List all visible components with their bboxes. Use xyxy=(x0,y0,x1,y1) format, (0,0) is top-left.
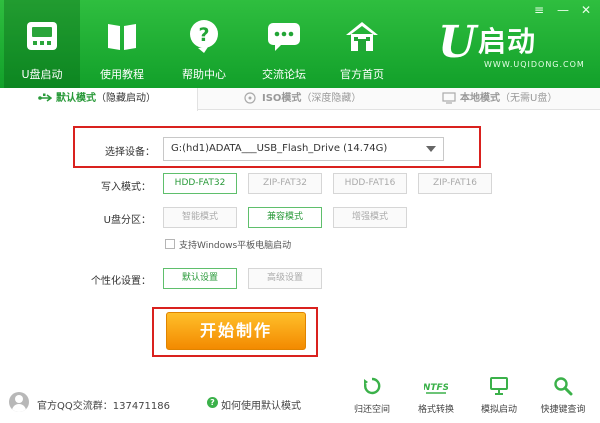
tab-default-mode[interactable]: 默认模式（隐藏启动） xyxy=(0,88,198,111)
partition-compat-mode[interactable]: 兼容模式 xyxy=(248,207,322,228)
tool-label: 归还空间 xyxy=(353,405,390,415)
avatar xyxy=(9,392,29,412)
minimize-button[interactable]: — xyxy=(557,3,569,17)
restore-icon xyxy=(364,377,381,395)
tab-subtitle: （无需U盘） xyxy=(500,93,558,104)
svg-text:?: ? xyxy=(198,24,209,46)
disc-icon xyxy=(244,92,256,104)
tab-local-mode[interactable]: 本地模式（无需U盘） xyxy=(442,88,557,110)
write-mode-zip-fat32[interactable]: ZIP-FAT32 xyxy=(248,173,322,194)
app-logo: U 启动 WWW.UQIDONG.COM xyxy=(438,18,588,72)
nav-forum[interactable]: 交流论坛 xyxy=(246,0,322,88)
partition-enhanced-mode[interactable]: 增强模式 xyxy=(333,207,407,228)
tool-format-convert[interactable]: NTFS 格式转换 xyxy=(406,376,466,416)
usb-drive-icon xyxy=(27,22,57,50)
device-label: 选择设备： xyxy=(105,147,155,158)
personalize-label: 个性化设置： xyxy=(91,276,151,287)
device-select-value: G:(hd1)ADATA___USB_Flash_Drive (14.74G) xyxy=(171,143,388,154)
write-mode-hdd-fat16[interactable]: HDD-FAT16 xyxy=(333,173,407,194)
partition-label: U盘分区： xyxy=(103,215,151,226)
tool-hotkey-lookup[interactable]: 快捷键查询 xyxy=(533,376,593,416)
tab-title: 默认模式 xyxy=(56,93,96,104)
monitor-icon xyxy=(490,377,508,395)
chevron-down-icon[interactable] xyxy=(426,146,436,152)
help-circle-icon: ? xyxy=(207,397,218,408)
tab-iso-mode[interactable]: ISO模式（深度隐藏） xyxy=(244,88,361,110)
tab-subtitle: （隐藏启动） xyxy=(96,93,156,104)
device-select[interactable]: G:(hd1)ADATA___USB_Flash_Drive (14.74G) xyxy=(163,137,444,161)
tablet-boot-checkbox[interactable] xyxy=(165,239,175,249)
nav-homepage[interactable]: 官方首页 xyxy=(324,0,400,88)
tool-simulate-boot[interactable]: 模拟启动 xyxy=(469,376,529,416)
logo-url: WWW.UQIDONG.COM xyxy=(484,60,585,69)
ntfs-icon: NTFS xyxy=(424,383,448,394)
tool-label: 快捷键查询 xyxy=(540,405,586,415)
search-icon xyxy=(554,377,573,396)
partition-smart-mode[interactable]: 智能模式 xyxy=(163,207,237,228)
help-default-mode-link[interactable]: 如何使用默认模式 xyxy=(221,397,301,412)
nav-label: U盘启动 xyxy=(21,68,63,81)
close-button[interactable]: ✕ xyxy=(581,3,591,17)
qq-group-text: 官方QQ交流群：137471186 xyxy=(37,401,171,412)
book-icon xyxy=(108,24,136,50)
personalize-default[interactable]: 默认设置 xyxy=(163,268,237,289)
mode-tabs: 默认模式（隐藏启动） ISO模式（深度隐藏） 本地模式（无需U盘） xyxy=(0,88,600,111)
write-mode-label: 写入模式： xyxy=(101,182,151,193)
svg-text:NTFS: NTFS xyxy=(424,383,448,393)
menu-icon[interactable]: ≡ xyxy=(534,3,544,17)
nav-help-center[interactable]: ? 帮助中心 xyxy=(166,0,242,88)
nav-usb-boot[interactable]: U盘启动 xyxy=(4,0,80,88)
logo-letter: U xyxy=(438,17,477,68)
nav-label: 交流论坛 xyxy=(262,68,306,81)
help-icon: ? xyxy=(190,20,218,53)
write-mode-hdd-fat32[interactable]: HDD-FAT32 xyxy=(163,173,237,194)
tablet-boot-label: 支持Windows平板电脑启动 xyxy=(179,241,292,251)
nav-label: 官方首页 xyxy=(340,68,384,81)
tool-label: 格式转换 xyxy=(417,405,454,415)
chat-bubble-icon xyxy=(268,23,300,51)
tool-label: 模拟启动 xyxy=(480,405,517,415)
start-make-button[interactable]: 开始制作 xyxy=(166,312,306,350)
logo-name: 启动 xyxy=(478,25,537,58)
nav-tutorial[interactable]: 使用教程 xyxy=(84,0,160,88)
personalize-advanced[interactable]: 高级设置 xyxy=(248,268,322,289)
tab-title: ISO模式 xyxy=(262,93,302,104)
home-icon xyxy=(346,22,378,51)
monitor-icon xyxy=(442,92,456,104)
write-mode-zip-fat16[interactable]: ZIP-FAT16 xyxy=(418,173,492,194)
nav-label: 使用教程 xyxy=(100,68,144,81)
tool-restore-space[interactable]: 归还空间 xyxy=(342,376,402,416)
tab-title: 本地模式 xyxy=(460,93,500,104)
header-bar: ≡ — ✕ U盘启动 使用教程 ? 帮助中心 交流论坛 官方首页 U 启动 WW… xyxy=(0,0,600,88)
nav-label: 帮助中心 xyxy=(182,68,226,81)
tab-subtitle: （深度隐藏） xyxy=(301,93,362,104)
usb-plug-icon xyxy=(38,93,52,102)
